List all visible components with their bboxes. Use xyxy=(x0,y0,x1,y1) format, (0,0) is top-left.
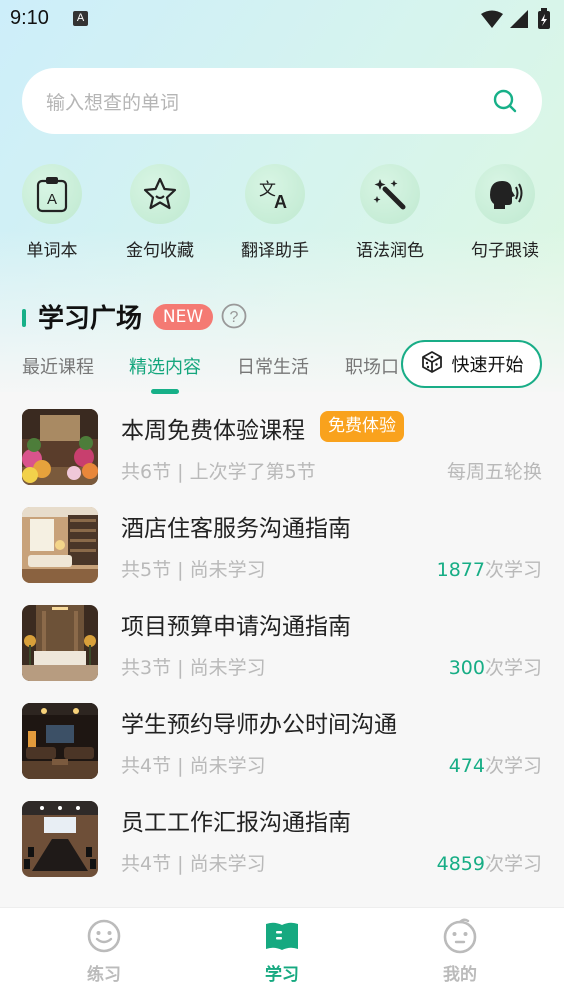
quick-start-button[interactable]: 快速开始 xyxy=(401,340,542,388)
free-trial-badge: 免费体验 xyxy=(320,411,404,442)
tool-quotes[interactable]: 金句收藏 xyxy=(105,164,215,261)
search-input[interactable]: 输入想查的单词 xyxy=(22,68,542,134)
nav-label: 练习 xyxy=(87,965,121,985)
course-title: 员工工作汇报沟通指南 xyxy=(121,810,351,836)
section-title: 学习广场 xyxy=(38,304,143,334)
course-title: 本周免费体验课程 xyxy=(121,418,305,444)
wordbook-icon: A xyxy=(22,164,82,224)
status-bar: 9:10 A xyxy=(0,0,564,40)
system-icons xyxy=(480,8,554,34)
course-meta: 共6节 | 上次学了第5节 xyxy=(121,461,316,483)
tool-grammar[interactable]: 语法润色 xyxy=(335,164,445,261)
course-meta: 共4节 | 尚未学习 xyxy=(121,853,266,875)
course-title: 酒店住客服务沟通指南 xyxy=(121,516,351,542)
dice-icon xyxy=(420,350,444,378)
active-tab-indicator xyxy=(151,389,179,394)
nav-profile[interactable]: 我的 xyxy=(415,918,505,985)
learn-count-number: 300 xyxy=(448,657,485,679)
notification-icon: A xyxy=(73,11,88,26)
magic-wand-icon xyxy=(360,164,420,224)
new-badge: NEW xyxy=(153,304,213,330)
course-item[interactable]: 员工工作汇报沟通指南 共4节 | 尚未学习 4859次学习 xyxy=(0,801,564,899)
course-title: 项目预算申请沟通指南 xyxy=(121,614,351,640)
learn-count-suffix: 次学习 xyxy=(484,755,542,777)
tab-workplace[interactable]: 职场口 xyxy=(345,353,399,379)
search-placeholder: 输入想查的单词 xyxy=(46,92,180,114)
help-icon[interactable]: ? xyxy=(221,303,247,333)
course-rotation-note: 每周五轮换 xyxy=(446,461,542,483)
course-meta: 共3节 | 尚未学习 xyxy=(121,657,266,679)
course-meta: 共4节 | 尚未学习 xyxy=(121,755,266,777)
quick-start-label: 快速开始 xyxy=(451,355,524,376)
bottom-navigation: 练习 学习 我的 xyxy=(0,907,564,1004)
learn-count-number: 1877 xyxy=(436,559,485,581)
svg-text:?: ? xyxy=(230,309,239,326)
tab-recent[interactable]: 最近课程 xyxy=(22,353,94,379)
profile-face-icon xyxy=(443,918,477,954)
tool-read-along[interactable]: 句子跟读 xyxy=(450,164,560,261)
status-time: 9:10 xyxy=(10,7,49,29)
speaking-head-icon xyxy=(475,164,535,224)
star-icon xyxy=(130,164,190,224)
course-item[interactable]: 本周免费体验课程 免费体验 共6节 | 上次学了第5节 每周五轮换 xyxy=(0,409,564,507)
learn-count-suffix: 次学习 xyxy=(484,657,542,679)
course-thumbnail xyxy=(22,703,98,779)
signal-battery-icon xyxy=(481,8,550,29)
course-title: 学生预约导师办公时间沟通 xyxy=(121,712,397,738)
nav-label: 我的 xyxy=(443,965,477,985)
learn-count-number: 474 xyxy=(448,755,485,777)
learn-count-suffix: 次学习 xyxy=(484,559,542,581)
course-thumbnail xyxy=(22,507,98,583)
tool-translate[interactable]: 文 A 翻译助手 xyxy=(220,164,330,261)
svg-text:A: A xyxy=(47,191,57,208)
svg-text:A: A xyxy=(274,192,287,211)
tool-label: 翻译助手 xyxy=(241,241,309,261)
nav-label: 学习 xyxy=(265,965,299,985)
course-learn-count: 300次学习 xyxy=(449,653,542,680)
course-thumbnail xyxy=(22,409,98,485)
nav-study[interactable]: 学习 xyxy=(237,918,327,985)
tool-wordbook[interactable]: A 单词本 xyxy=(0,164,107,261)
smile-face-icon xyxy=(87,919,121,953)
nav-practice[interactable]: 练习 xyxy=(59,918,149,985)
course-learn-count: 474次学习 xyxy=(449,751,542,778)
course-item[interactable]: 酒店住客服务沟通指南 共5节 | 尚未学习 1877次学习 xyxy=(0,507,564,605)
course-learn-count: 4859次学习 xyxy=(437,849,542,876)
course-meta: 共5节 | 尚未学习 xyxy=(121,559,266,581)
course-item[interactable]: 学生预约导师办公时间沟通 共4节 | 尚未学习 474次学习 xyxy=(0,703,564,801)
course-thumbnail xyxy=(22,801,98,877)
translate-icon: 文 A xyxy=(245,164,305,224)
learn-count-suffix: 次学习 xyxy=(484,853,542,875)
course-thumbnail xyxy=(22,605,98,681)
section-accent-bar xyxy=(22,309,26,327)
tool-label: 句子跟读 xyxy=(471,241,539,261)
learn-count-number: 4859 xyxy=(436,853,485,875)
tool-label: 语法润色 xyxy=(356,241,424,261)
tool-label: 金句收藏 xyxy=(126,241,194,261)
tool-label: 单词本 xyxy=(26,241,78,261)
open-book-icon xyxy=(266,922,298,950)
course-item[interactable]: 项目预算申请沟通指南 共3节 | 尚未学习 300次学习 xyxy=(0,605,564,703)
tab-daily-life[interactable]: 日常生活 xyxy=(237,353,309,379)
search-icon[interactable] xyxy=(492,88,518,118)
course-learn-count: 1877次学习 xyxy=(437,555,542,582)
tab-featured[interactable]: 精选内容 xyxy=(129,353,201,379)
